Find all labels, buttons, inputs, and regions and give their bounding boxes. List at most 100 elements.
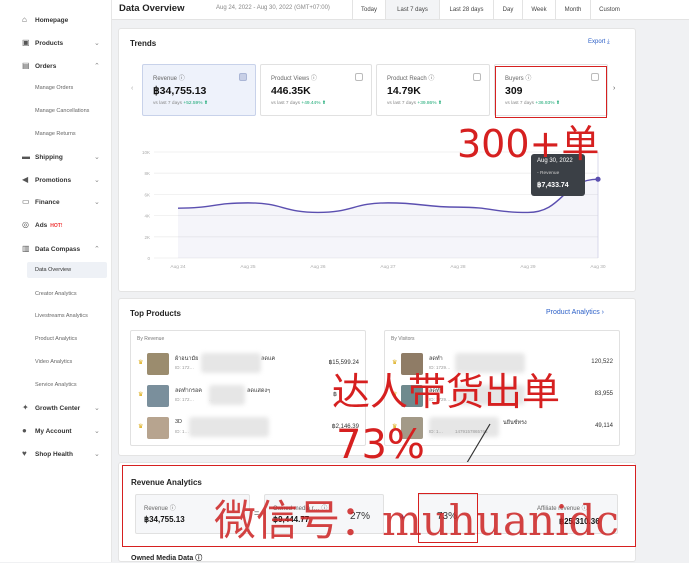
annotation-buyers-note: 300+单 bbox=[457, 124, 599, 164]
product-visitors: 120,522 bbox=[591, 359, 613, 365]
owned-media-data-text: Owned Media Data bbox=[131, 555, 193, 562]
sidebar-item-label: Data Compass bbox=[35, 246, 80, 253]
sidebar-item-growth-center[interactable]: ✦ Growth Center ⌄ bbox=[0, 399, 112, 417]
metric-value: 14.79K bbox=[387, 85, 421, 97]
megaphone-icon: ◀ bbox=[22, 176, 30, 184]
range-day-button[interactable]: Day bbox=[493, 0, 522, 19]
health-icon: ♥ bbox=[22, 450, 30, 458]
sidebar-subitem-video-analytics[interactable]: Video Analytics bbox=[35, 359, 72, 365]
metric-card-product-views[interactable]: Product Views ⓘ 446.35K vs last 7 days +… bbox=[260, 64, 372, 116]
product-name: ลดทำกรอค bbox=[175, 387, 202, 395]
crown-icon: ♛ bbox=[138, 391, 143, 398]
product-name: นยีนซ์ทรง bbox=[503, 419, 527, 427]
product-name-suffix: ลดแค bbox=[261, 355, 275, 363]
sidebar-subitem-service-analytics[interactable]: Service Analytics bbox=[35, 382, 77, 388]
sidebar-item-label: My Account bbox=[35, 428, 72, 435]
range-week-button[interactable]: Week bbox=[522, 0, 555, 19]
metric-checkbox[interactable] bbox=[239, 73, 247, 81]
revenue-label-text: Revenue bbox=[144, 506, 168, 512]
tooltip-series-name: Revenue bbox=[540, 171, 559, 176]
download-icon: ⤓ bbox=[607, 39, 610, 45]
orders-icon: ▤ bbox=[22, 62, 30, 70]
sidebar-item-label: Homepage bbox=[35, 17, 68, 24]
sidebar-subitem-livestreams-analytics[interactable]: Livestreams Analytics bbox=[35, 313, 88, 319]
chevron-down-icon: ⌄ bbox=[94, 39, 100, 47]
growth-icon: ✦ bbox=[22, 404, 30, 412]
sidebar-item-homepage[interactable]: ⌂ Homepage bbox=[0, 11, 112, 29]
export-link[interactable]: Export ⤓ bbox=[588, 39, 610, 46]
table-row[interactable]: ♛ ลดทำกรอค ลดแสดงๆ ID: 172… …04905325 ฿ bbox=[131, 383, 365, 413]
range-last-7-days-button[interactable]: Last 7 days bbox=[385, 0, 439, 19]
sidebar-item-my-account[interactable]: ● My Account ⌄ bbox=[0, 422, 112, 440]
info-icon: ⓘ bbox=[179, 76, 185, 82]
y-tick-label: 8K bbox=[144, 171, 150, 176]
chevron-down-icon: ⌄ bbox=[94, 176, 100, 184]
date-range: Aug 24, 2022 - Aug 30, 2022 (GMT+07:00) bbox=[216, 5, 330, 11]
sidebar-subitem-product-analytics[interactable]: Product Analytics bbox=[35, 336, 77, 342]
sidebar-item-finance[interactable]: ▭ Finance ⌄ bbox=[0, 193, 112, 211]
sidebar-item-label: Orders bbox=[35, 63, 56, 70]
product-id: ID: 172… bbox=[175, 365, 194, 370]
arrow-up-icon: ⬆ bbox=[438, 101, 442, 106]
sidebar-item-label: Promotions bbox=[35, 177, 71, 184]
home-icon: ⌂ bbox=[22, 16, 30, 24]
range-last-28-days-button[interactable]: Last 28 days bbox=[439, 0, 493, 19]
arrow-up-icon: ⬆ bbox=[204, 101, 208, 106]
chevron-down-icon: ⌄ bbox=[94, 404, 100, 412]
metric-comparison: vs last 7 days +39.86% ⬆ bbox=[387, 101, 442, 106]
user-icon: ● bbox=[22, 427, 30, 435]
chevron-down-icon: ⌄ bbox=[94, 153, 100, 161]
truck-icon: ▬ bbox=[22, 153, 30, 161]
chevron-up-icon: ⌃ bbox=[94, 245, 100, 253]
ads-icon: ◎ bbox=[22, 221, 30, 229]
panel-header: By Visitors bbox=[391, 336, 415, 342]
revenue-analytics-title: Revenue Analytics bbox=[131, 478, 202, 487]
info-icon: ⓘ bbox=[195, 555, 202, 562]
sidebar-item-ads[interactable]: ◎ AdsHOT! bbox=[0, 216, 112, 234]
panel-header: By Revenue bbox=[137, 336, 164, 342]
sidebar-item-shipping[interactable]: ▬ Shipping ⌄ bbox=[0, 148, 112, 166]
crown-icon: ♛ bbox=[392, 359, 397, 366]
metric-name: Product Reach ⓘ bbox=[387, 73, 434, 82]
sidebar-item-shop-health[interactable]: ♥ Shop Health ⌄ bbox=[0, 445, 112, 463]
sidebar-item-products[interactable]: ▣ Products ⌄ bbox=[0, 34, 112, 52]
metric-card-revenue[interactable]: Revenue ⓘ ฿34,755.13 vs last 7 days +52.… bbox=[142, 64, 256, 116]
chevron-up-icon: ⌃ bbox=[94, 62, 100, 70]
by-revenue-panel: By Revenue ♛ ผ้าอนามัย ลดแค ID: 172… …36… bbox=[130, 330, 366, 446]
metric-name-text: Revenue bbox=[153, 76, 177, 82]
sidebar-item-label-text: Ads bbox=[35, 222, 47, 229]
sidebar-subitem-manage-cancellations[interactable]: Manage Cancellations bbox=[35, 108, 89, 114]
table-row[interactable]: ♛ ผ้าอนามัย ลดแค ID: 172… …369 ฿15,599.2… bbox=[131, 351, 365, 381]
y-tick-label: 2K bbox=[144, 235, 150, 240]
sidebar-item-data-compass[interactable]: ▥ Data Compass ⌃ bbox=[0, 240, 112, 258]
sidebar: ⌂ Homepage ▣ Products ⌄ ▤ Orders ⌃ Manag… bbox=[0, 0, 112, 562]
sidebar-subitem-manage-returns[interactable]: Manage Returns bbox=[35, 131, 76, 137]
data-point[interactable] bbox=[595, 177, 600, 182]
product-revenue: ฿15,599.24 bbox=[328, 359, 359, 366]
annotation-affiliate-note: 达人带货出单 bbox=[332, 372, 560, 412]
range-today-button[interactable]: Today bbox=[352, 0, 385, 19]
carousel-prev-icon[interactable]: ‹ bbox=[131, 85, 133, 92]
product-visitors: 49,114 bbox=[595, 423, 613, 429]
range-custom-button[interactable]: Custom bbox=[590, 0, 628, 19]
x-tick-label: Aug 27 bbox=[380, 264, 396, 270]
metric-value: ฿34,755.13 bbox=[153, 85, 206, 97]
sidebar-item-orders[interactable]: ▤ Orders ⌃ bbox=[0, 57, 112, 75]
sidebar-subitem-manage-orders[interactable]: Manage Orders bbox=[35, 85, 73, 91]
metric-checkbox[interactable] bbox=[355, 73, 363, 81]
carousel-next-icon[interactable]: › bbox=[613, 85, 615, 92]
sidebar-subitem-data-overview[interactable]: Data Overview bbox=[35, 267, 71, 273]
table-row[interactable]: ♛ 3D ID: 1… 1479457865765 ฿2,146.39 bbox=[131, 415, 365, 445]
product-analytics-link[interactable]: Product Analytics › bbox=[546, 309, 604, 316]
metric-card-product-reach[interactable]: Product Reach ⓘ 14.79K vs last 7 days +3… bbox=[376, 64, 490, 116]
sidebar-item-label: Products bbox=[35, 40, 63, 47]
metric-checkbox[interactable] bbox=[473, 73, 481, 81]
product-thumbnail bbox=[147, 417, 169, 439]
sidebar-subitem-creator-analytics[interactable]: Creator Analytics bbox=[35, 291, 77, 297]
product-name: ลดทำ bbox=[429, 355, 443, 363]
sidebar-item-promotions[interactable]: ◀ Promotions ⌄ bbox=[0, 171, 112, 189]
revenue-label: Revenue ⓘ bbox=[144, 503, 176, 512]
metric-comparison: vs last 7 days +49.44% ⬆ bbox=[271, 101, 326, 106]
comparison-change: +39.86% bbox=[417, 101, 436, 106]
range-month-button[interactable]: Month bbox=[555, 0, 590, 19]
